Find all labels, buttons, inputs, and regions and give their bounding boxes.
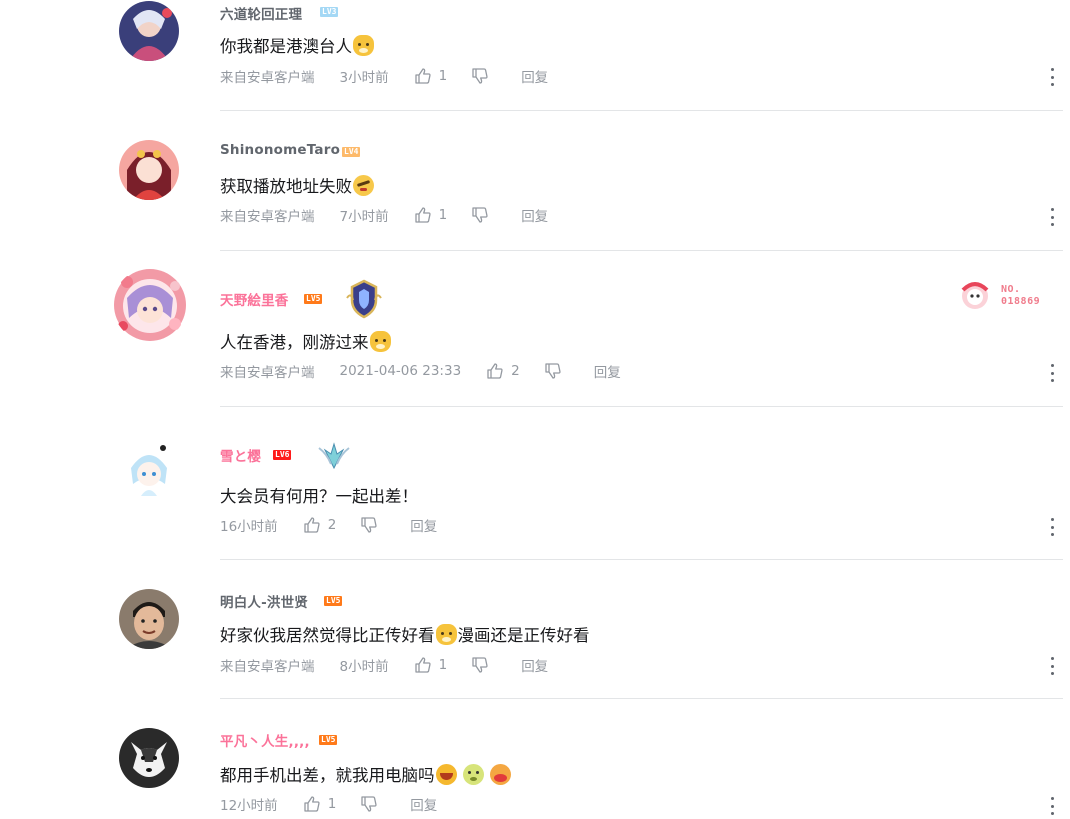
level-badge: LV4 xyxy=(342,147,361,157)
avatar[interactable] xyxy=(119,438,179,498)
comment-meta: 16小时前 2 回复 xyxy=(220,515,437,535)
thumbs-down-icon xyxy=(545,363,561,379)
reply-button[interactable]: 回复 xyxy=(521,205,548,225)
like-button[interactable]: 1 xyxy=(303,795,337,813)
like-count: 2 xyxy=(511,363,520,379)
avatar[interactable] xyxy=(119,728,179,788)
thumbs-up-icon xyxy=(414,68,431,84)
more-vertical-icon[interactable] xyxy=(1049,68,1055,86)
reply-button[interactable]: 回复 xyxy=(521,66,548,86)
thumbs-up-icon xyxy=(304,796,320,812)
like-button[interactable]: 1 xyxy=(414,67,448,85)
like-count: 1 xyxy=(438,657,448,673)
medal-shield-icon xyxy=(346,279,382,319)
thumbs-up-icon xyxy=(414,207,431,223)
divider xyxy=(220,110,1063,111)
timestamp: 3小时前 xyxy=(339,70,389,86)
reply-button[interactable]: 回复 xyxy=(594,361,621,381)
comment-text: 都用手机出差，就我用电脑吗 xyxy=(220,762,512,786)
fan-badge-icon: NO. 018869 xyxy=(957,280,1057,312)
comment-meta: 来自安卓客户端 3小时前 1 回复 xyxy=(220,66,548,86)
reply-button[interactable]: 回复 xyxy=(410,515,437,535)
dog-emoji-icon xyxy=(353,35,374,56)
more-vertical-icon[interactable] xyxy=(1049,657,1055,675)
username[interactable]: 平凡丶人生,,,, xyxy=(220,730,310,750)
divider xyxy=(220,250,1063,251)
more-vertical-icon[interactable] xyxy=(1049,518,1055,536)
timestamp: 12小时前 xyxy=(220,798,278,814)
comment-text: 获取播放地址失败 xyxy=(220,173,375,197)
source-label: 来自安卓客户端 xyxy=(220,209,315,225)
username[interactable]: 六道轮回正理 xyxy=(220,3,302,23)
thumbs-up-icon xyxy=(414,657,431,673)
like-count: 1 xyxy=(438,68,448,84)
username[interactable]: ShinonomeTaro xyxy=(220,142,340,158)
like-button[interactable]: 1 xyxy=(414,206,448,224)
dislike-button[interactable] xyxy=(360,795,378,813)
level-badge: LV5 xyxy=(319,735,338,745)
reply-button[interactable]: 回复 xyxy=(410,794,437,814)
timestamp: 8小时前 xyxy=(339,659,389,675)
comment-text: 人在香港，刚游过来 xyxy=(220,329,392,353)
thumbs-down-icon xyxy=(472,68,488,84)
like-button[interactable]: 2 xyxy=(486,362,520,380)
avatar[interactable] xyxy=(119,140,179,200)
level-badge: LV6 xyxy=(273,450,292,460)
thumbs-down-icon xyxy=(472,207,488,223)
blush-emoji-icon xyxy=(489,764,511,785)
level-badge: LV5 xyxy=(324,596,343,606)
divider xyxy=(220,698,1063,699)
source-label: 来自安卓客户端 xyxy=(220,659,315,675)
timestamp: 2021-04-06 23:33 xyxy=(339,363,462,379)
dog-emoji-icon xyxy=(435,624,457,645)
laughing-emoji-icon xyxy=(435,764,457,785)
dislike-button[interactable] xyxy=(471,656,489,674)
thumbs-down-icon xyxy=(361,796,377,812)
like-count: 1 xyxy=(438,207,448,223)
comment-text: 你我都是港澳台人 xyxy=(220,33,375,57)
comment-meta: 来自安卓客户端 7小时前 1 回复 xyxy=(220,205,548,225)
like-count: 1 xyxy=(327,796,337,812)
more-vertical-icon[interactable] xyxy=(1049,208,1055,226)
comment-text: 好家伙我居然觉得比正传好看 漫画还是正传好看 xyxy=(220,624,590,645)
more-vertical-icon[interactable] xyxy=(1049,364,1055,382)
reply-button[interactable]: 回复 xyxy=(521,655,548,675)
sick-emoji-icon xyxy=(462,764,484,785)
comment-meta: 12小时前 1 回复 xyxy=(220,794,437,814)
username[interactable]: 明白人-洪世贤 xyxy=(220,591,308,611)
dislike-button[interactable] xyxy=(544,362,562,380)
avatar-with-frame[interactable] xyxy=(113,268,187,342)
avatar[interactable] xyxy=(119,1,179,61)
source-label: 来自安卓客户端 xyxy=(220,365,315,381)
thumbs-down-icon xyxy=(361,517,377,533)
dog-emoji-icon xyxy=(369,331,391,352)
username[interactable]: 天野絵里香 xyxy=(220,289,289,309)
thumbs-up-icon xyxy=(487,363,503,379)
comment-text: 大会员有何用？一起出差！ xyxy=(220,487,418,506)
dislike-button[interactable] xyxy=(471,206,489,224)
level-badge: LV3 xyxy=(320,7,339,17)
avatar[interactable] xyxy=(119,589,179,649)
timestamp: 7小时前 xyxy=(339,209,389,225)
face-emoji-icon xyxy=(353,175,374,196)
like-button[interactable]: 2 xyxy=(303,516,337,534)
comment-meta: 来自安卓客户端 2021-04-06 23:33 2 回复 xyxy=(220,361,621,381)
dislike-button[interactable] xyxy=(360,516,378,534)
divider xyxy=(220,406,1063,407)
source-label: 来自安卓客户端 xyxy=(220,70,315,86)
username[interactable]: 雪と樱 xyxy=(220,445,261,465)
divider xyxy=(220,559,1063,560)
like-count: 2 xyxy=(327,517,337,533)
timestamp: 16小时前 xyxy=(220,519,278,535)
like-button[interactable]: 1 xyxy=(414,656,448,674)
dislike-button[interactable] xyxy=(471,67,489,85)
more-vertical-icon[interactable] xyxy=(1049,797,1055,815)
thumbs-down-icon xyxy=(472,657,488,673)
comment-meta: 来自安卓客户端 8小时前 1 回复 xyxy=(220,655,548,675)
fan-badge-number: NO. 018869 xyxy=(1001,284,1041,307)
wing-badge-icon xyxy=(318,442,350,470)
thumbs-up-icon xyxy=(304,517,320,533)
level-badge: LV5 xyxy=(304,294,323,304)
